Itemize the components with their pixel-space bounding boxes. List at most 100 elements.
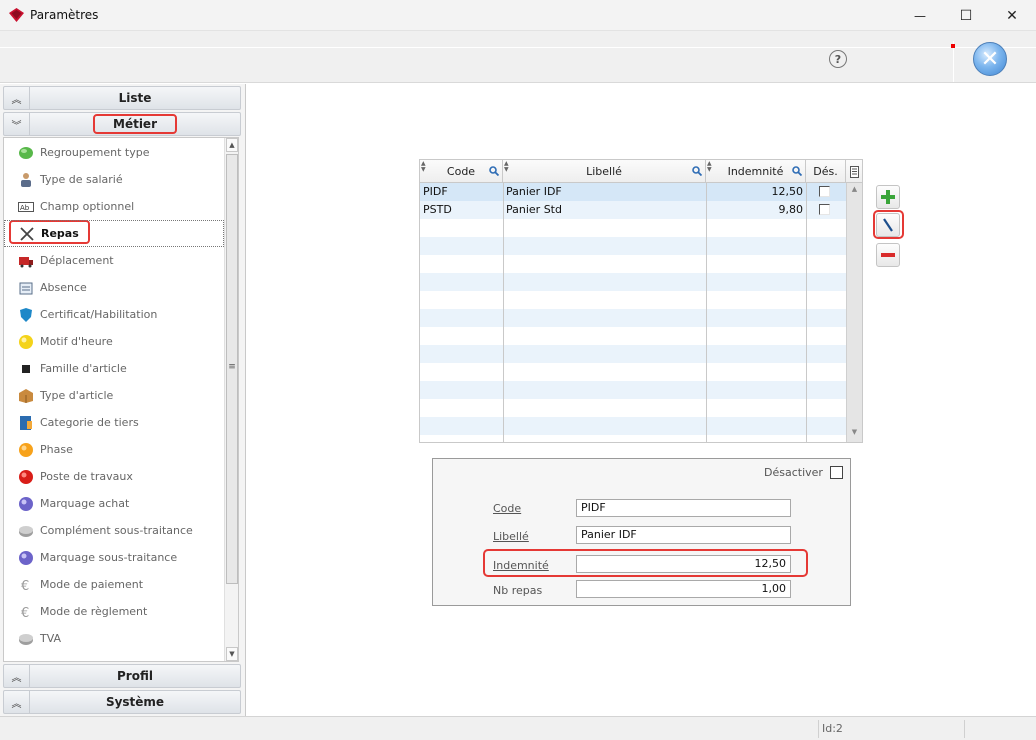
indicator-dot — [951, 44, 955, 48]
table-row[interactable]: PSTD Panier Std 9,80 — [420, 201, 846, 219]
table-row[interactable] — [420, 309, 846, 327]
column-header-code[interactable]: ▲ ▼ Code — [420, 160, 503, 183]
grey-disk-icon — [18, 523, 34, 539]
table-scrollbar[interactable]: ▲ ▼ — [846, 183, 862, 442]
sidebar-item-label: Motif d'heure — [40, 335, 113, 348]
status-id: Id:2 — [822, 722, 843, 735]
section-profil[interactable]: ︽ Profil — [3, 664, 241, 688]
table-row[interactable] — [420, 255, 846, 273]
table-row[interactable] — [420, 219, 846, 237]
close-icon[interactable]: ✕ — [973, 42, 1007, 76]
sidebar-item-certificat-habilitation[interactable]: Certificat/Habilitation — [4, 301, 224, 328]
shield-icon — [18, 307, 34, 323]
sidebar-item-categorie-de-tiers[interactable]: Categorie de tiers — [4, 409, 224, 436]
red-ball-icon — [18, 469, 34, 485]
minimize-button[interactable]: — — [897, 0, 943, 31]
add-button[interactable] — [876, 185, 900, 209]
detail-form: Désactiver Code PIDF Libellé Panier IDF … — [432, 458, 851, 606]
box-icon — [18, 388, 34, 404]
table-row[interactable] — [420, 345, 846, 363]
sidebar-item-label: Marquage sous-traitance — [40, 551, 178, 564]
search-icon[interactable] — [692, 166, 702, 176]
table-row[interactable] — [420, 363, 846, 381]
sidebar-item-label: Mode de paiement — [40, 578, 144, 591]
des-checkbox[interactable] — [819, 186, 830, 197]
toolbar: ? — [0, 31, 1036, 83]
sidebar-item-label: Type d'article — [40, 389, 114, 402]
column-header-indemnite[interactable]: ▲ ▼ Indemnité — [706, 160, 806, 183]
svg-text:€: € — [21, 579, 29, 593]
sidebar-item-label: TVA — [40, 632, 62, 645]
table-row[interactable]: PIDF Panier IDF 12,50 — [420, 183, 846, 201]
code-field[interactable]: PIDF — [576, 499, 791, 517]
sidebar-item-regroupement-type[interactable]: Regroupement type — [4, 139, 224, 166]
table-row[interactable] — [420, 273, 846, 291]
chevron-up-icon: ︽ — [4, 691, 30, 713]
table-row[interactable] — [420, 327, 846, 345]
sidebar-item-marquage-achat[interactable]: Marquage achat — [4, 490, 224, 517]
des-checkbox[interactable] — [819, 204, 830, 215]
sidebar-item-famille-d-article[interactable]: Famille d'article — [4, 355, 224, 382]
column-divider — [806, 183, 807, 442]
person-icon — [18, 172, 34, 188]
search-icon[interactable] — [792, 166, 802, 176]
sidebar-item-mode-de-r-glement[interactable]: € Mode de règlement — [4, 598, 224, 625]
libelle-field[interactable]: Panier IDF — [576, 526, 791, 544]
section-liste[interactable]: ︽ Liste — [3, 86, 241, 110]
delete-button[interactable] — [876, 243, 900, 267]
libelle-label: Libellé — [493, 530, 529, 543]
sidebar-item-type-de-salari-[interactable]: Type de salarié — [4, 166, 224, 193]
section-metier[interactable]: ︾ Métier — [3, 112, 241, 136]
sidebar-item-motif-d-heure[interactable]: Motif d'heure — [4, 328, 224, 355]
sidebar-item-label: Phase — [40, 443, 73, 456]
sidebar-item-label: Categorie de tiers — [40, 416, 139, 429]
sidebar-item-label: Complément sous-traitance — [40, 524, 193, 537]
desactiver-checkbox[interactable] — [830, 466, 843, 479]
scroll-down-arrow-icon[interactable]: ▼ — [849, 428, 860, 440]
scroll-up-arrow-icon[interactable]: ▲ — [226, 138, 238, 152]
cell-code: PSTD — [423, 203, 452, 216]
sidebar-item-repas[interactable]: Repas — [4, 220, 224, 247]
column-header-des[interactable]: Dés. — [806, 160, 846, 183]
close-window-button[interactable]: ✕ — [989, 0, 1035, 31]
search-icon[interactable] — [489, 166, 499, 176]
indemnite-highlight — [483, 549, 808, 577]
column-picker-icon[interactable] — [846, 160, 862, 183]
table-row[interactable] — [420, 237, 846, 255]
sidebar-item-phase[interactable]: Phase — [4, 436, 224, 463]
table-row[interactable] — [420, 399, 846, 417]
sidebar-item-poste-de-travaux[interactable]: Poste de travaux — [4, 463, 224, 490]
sidebar-item-champ-optionnel[interactable]: Ab Champ optionnel — [4, 193, 224, 220]
nbrepas-field[interactable]: 1,00 — [576, 580, 791, 598]
cell-libelle: Panier Std — [506, 203, 562, 216]
sidebar-item-compl-ment-sous-traitance[interactable]: Complément sous-traitance — [4, 517, 224, 544]
sidebar-item-label: Regroupement type — [40, 146, 150, 159]
field-ab-icon: Ab — [18, 199, 34, 215]
column-header-libelle[interactable]: ▲ ▼ Libellé — [503, 160, 706, 183]
sidebar-item-type-d-article[interactable]: Type d'article — [4, 382, 224, 409]
cell-indemnite: 9,80 — [778, 203, 804, 216]
list-scrollbar[interactable]: ▲ ≡ ▼ — [224, 138, 238, 661]
scroll-down-arrow-icon[interactable]: ▼ — [226, 647, 238, 661]
help-icon[interactable]: ? — [829, 50, 847, 68]
section-systeme[interactable]: ︽ Système — [3, 690, 241, 714]
window-title: Paramètres — [30, 8, 99, 22]
scroll-up-arrow-icon[interactable]: ▲ — [849, 185, 860, 197]
sidebar-item-d-placement[interactable]: Déplacement — [4, 247, 224, 274]
sidebar-item-mode-de-paiement[interactable]: € Mode de paiement — [4, 571, 224, 598]
chevron-down-icon: ︾ — [4, 113, 30, 135]
table-row[interactable] — [420, 417, 846, 435]
sidebar-item-label: Certificat/Habilitation — [40, 308, 158, 321]
status-bar: Id:2 — [0, 716, 1036, 740]
delete-icon — [881, 253, 895, 257]
table-row[interactable] — [420, 381, 846, 399]
maximize-button[interactable]: ☐ — [943, 0, 989, 31]
table-row[interactable] — [420, 291, 846, 309]
sidebar-item-marquage-sous-traitance[interactable]: Marquage sous-traitance — [4, 544, 224, 571]
sidebar-item-consolidation-compte[interactable]: Consolidation Compte — [4, 652, 224, 661]
sidebar-item-tva[interactable]: TVA — [4, 625, 224, 652]
sidebar-item-absence[interactable]: Absence — [4, 274, 224, 301]
cell-code: PIDF — [423, 185, 448, 198]
desactiver-label: Désactiver — [764, 466, 823, 479]
sort-icon: ▲ ▼ — [504, 160, 509, 173]
